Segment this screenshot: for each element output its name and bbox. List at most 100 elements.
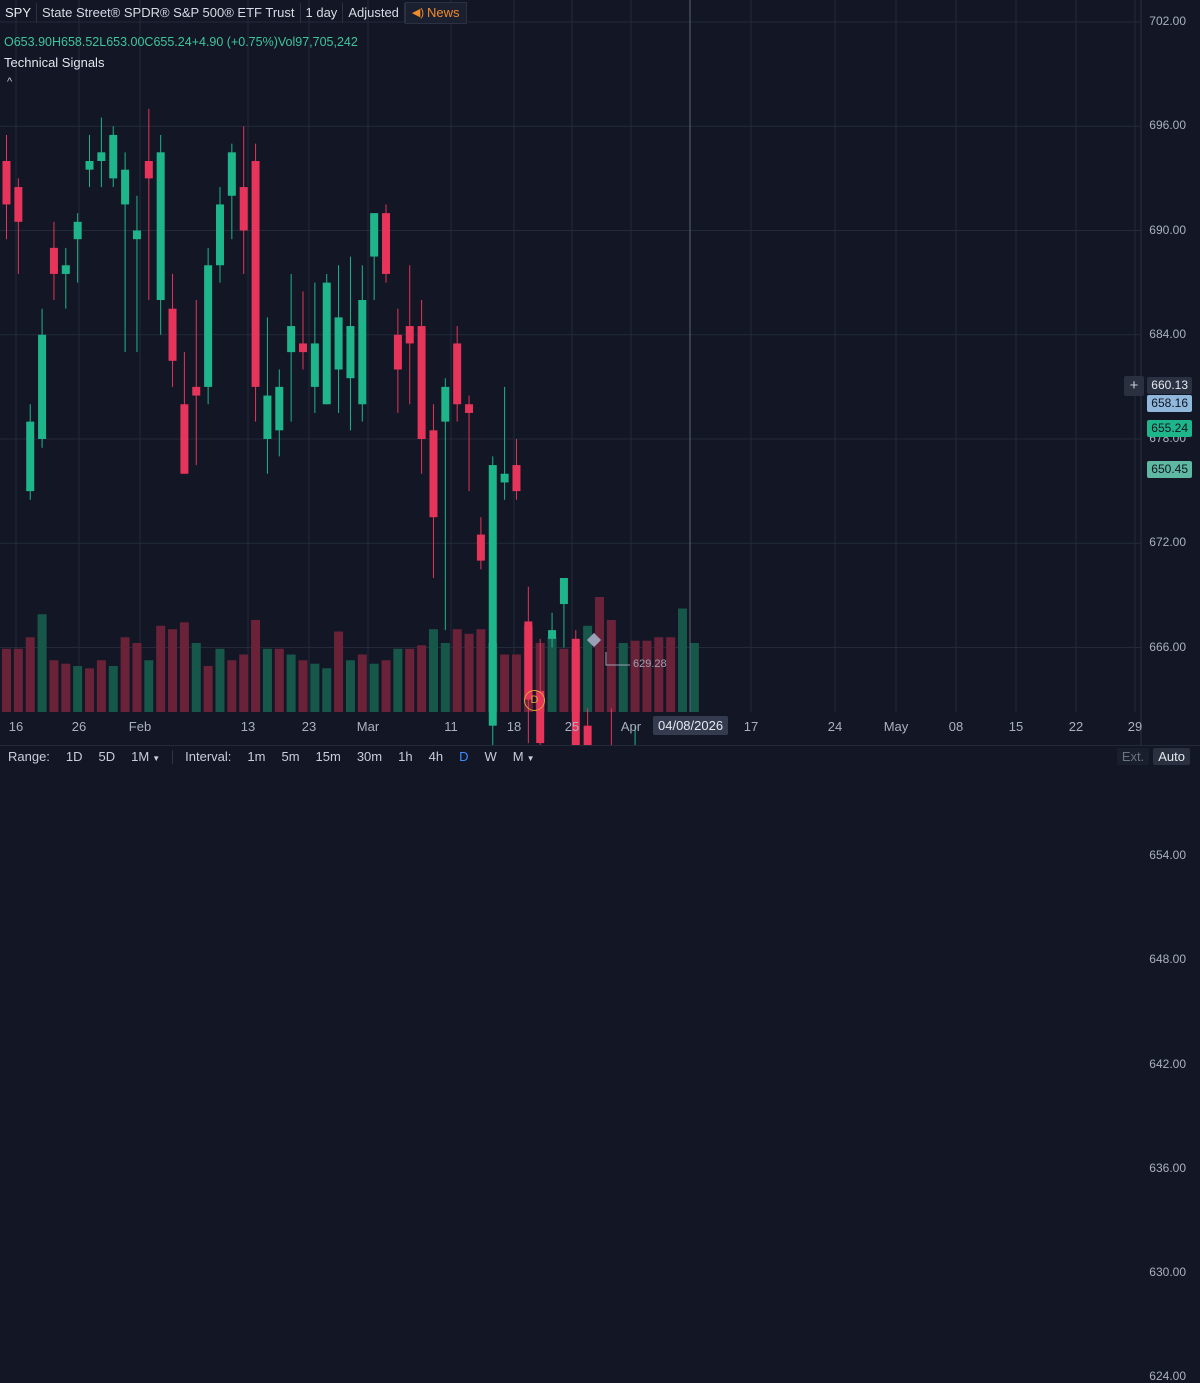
ext-hours-toggle[interactable]: Ext.	[1116, 748, 1150, 765]
candle-body	[488, 465, 497, 726]
candle-body	[227, 152, 236, 196]
interval-1h[interactable]: 1h	[390, 749, 420, 764]
open-label: O	[4, 35, 14, 49]
time-tick-label: 15	[1008, 719, 1024, 734]
open-value: 653.90	[13, 35, 52, 49]
volume-bar	[25, 637, 35, 712]
volume-bar	[37, 614, 47, 712]
interval-m-label: M	[512, 749, 524, 764]
volume-bar	[144, 660, 154, 712]
candle-body	[97, 152, 106, 161]
price-tag-650: 650.45	[1147, 461, 1192, 478]
range-1d[interactable]: 1D	[58, 749, 91, 764]
time-tick-label: 17	[743, 719, 759, 734]
volume-bar	[689, 643, 699, 712]
add-alert-button[interactable]: +	[1124, 376, 1144, 396]
price-tick-label: 690.00	[1149, 222, 1186, 237]
candle-body	[168, 308, 177, 361]
price-tick-label: 636.00	[1149, 1160, 1186, 1175]
time-tick-label: 23	[301, 719, 317, 734]
high-value: 658.52	[61, 35, 100, 49]
technical-signals-label[interactable]: Technical Signals	[4, 55, 104, 70]
candle-body	[393, 334, 402, 370]
price-tick-label: 666.00	[1149, 639, 1186, 654]
volume-bar	[618, 643, 628, 712]
news-button[interactable]: ◀) News	[404, 2, 467, 24]
volume-bar	[274, 648, 284, 712]
candle-body	[14, 187, 23, 222]
candle-body	[559, 578, 568, 605]
time-tick-label: May	[883, 719, 909, 734]
candle-body	[453, 343, 462, 405]
volume-bar	[203, 666, 213, 712]
volume-bar	[286, 654, 296, 712]
interval-m[interactable]: M ▼	[505, 749, 543, 764]
volume-bar	[132, 643, 142, 712]
interval-d[interactable]: D	[451, 749, 476, 764]
candle-body	[239, 187, 248, 231]
volume-bar	[108, 666, 118, 712]
candle-body	[38, 334, 47, 439]
price-tick-label: 702.00	[1149, 14, 1186, 28]
price-tick-label: 684.00	[1149, 326, 1186, 341]
interval-w[interactable]: W	[476, 749, 504, 764]
low-price-label: 629.28	[633, 658, 667, 670]
close-value: 655.24	[153, 35, 192, 49]
interval-1m[interactable]: 1m	[239, 749, 273, 764]
candle-body	[85, 161, 94, 170]
dividend-marker[interactable]: D	[524, 690, 545, 711]
candle-body	[334, 317, 343, 370]
interval-4h[interactable]: 4h	[421, 749, 451, 764]
candle-body	[346, 326, 355, 379]
candle-body	[215, 204, 224, 266]
time-tick-label: 25	[564, 719, 580, 734]
symbol-label[interactable]: SPY	[0, 3, 38, 23]
volume-bar	[547, 637, 557, 712]
volume-bar	[13, 648, 23, 712]
volume-bar	[61, 663, 71, 712]
close-label: C	[144, 35, 154, 49]
price-tick-label: 642.00	[1149, 1056, 1186, 1071]
price-tick-label: 672.00	[1149, 535, 1186, 550]
volume-bar	[156, 625, 166, 712]
interval-5m[interactable]: 5m	[273, 749, 307, 764]
price-tick-label: 696.00	[1149, 118, 1186, 133]
collapse-chevron-icon[interactable]: ^	[7, 76, 12, 88]
time-tick-label: Feb	[128, 719, 152, 734]
volume-bar	[559, 648, 569, 712]
price-chart[interactable]	[0, 0, 1200, 766]
range-1m[interactable]: 1M ▼	[123, 749, 168, 764]
adjusted-toggle[interactable]: Adjusted	[343, 3, 405, 23]
scale-options: Ext. Auto	[1116, 748, 1190, 765]
volume-bar	[428, 629, 438, 712]
time-tick-label: Apr	[620, 719, 642, 734]
candle-body	[476, 534, 485, 561]
volume-bar	[476, 629, 486, 712]
instrument-name: State Street® SPDR® S&P 500® ETF Trust	[37, 3, 301, 23]
caret-down-icon: ▼	[152, 754, 161, 763]
time-tick-label: 22	[1068, 719, 1084, 734]
volume-bar	[642, 640, 652, 712]
range-1m-label: 1M	[131, 749, 150, 764]
interval-15m[interactable]: 15m	[308, 749, 349, 764]
volume-bar	[381, 660, 391, 712]
volume-bar	[666, 637, 676, 712]
candle-body	[500, 473, 509, 483]
volume-bar	[630, 640, 640, 712]
time-tick-label: 18	[506, 719, 522, 734]
candle-body	[465, 404, 474, 413]
volume-bar	[345, 660, 355, 712]
volume-bar	[85, 668, 95, 712]
auto-scale-toggle[interactable]: Auto	[1153, 748, 1190, 765]
candle-body	[524, 621, 533, 700]
chart-header: SPY State Street® SPDR® S&P 500® ETF Tru…	[0, 2, 467, 24]
range-5d[interactable]: 5D	[91, 749, 124, 764]
interval-30m[interactable]: 30m	[349, 749, 390, 764]
interval-selector[interactable]: 1 day	[301, 3, 344, 23]
volume-bar	[120, 637, 130, 712]
volume-bar	[227, 660, 237, 712]
candle-body	[180, 404, 189, 474]
candle-body	[192, 386, 201, 396]
candle-body	[417, 326, 426, 439]
candle-body	[299, 343, 307, 353]
